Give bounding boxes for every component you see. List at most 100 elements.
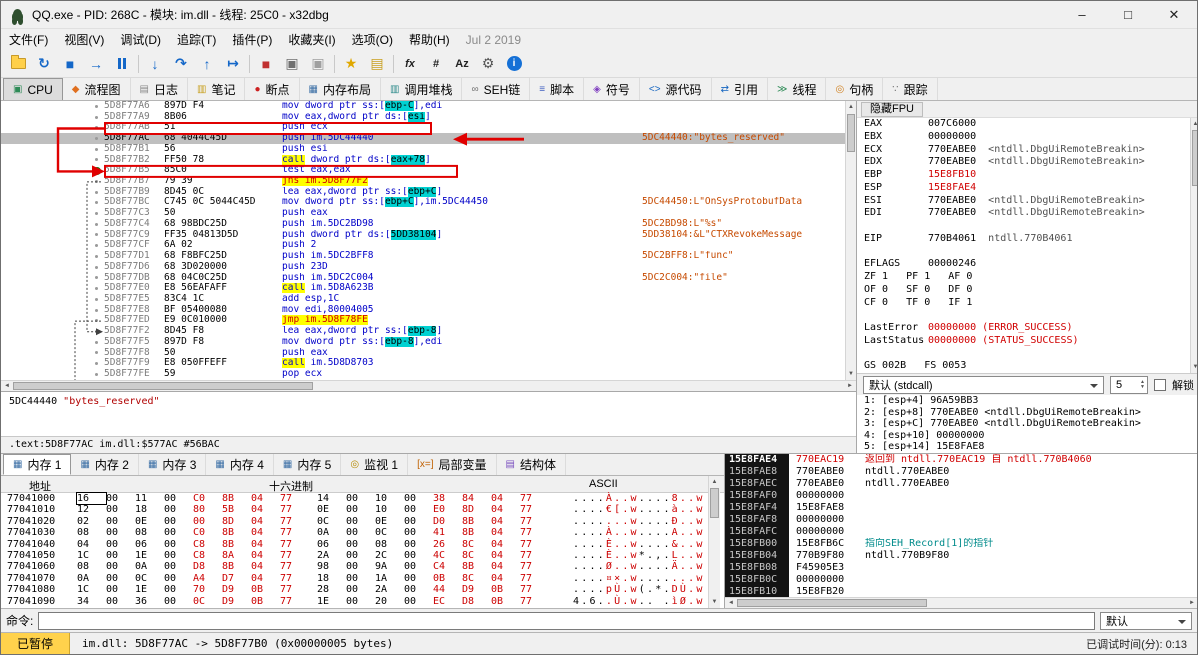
memory-byte[interactable]: 10 xyxy=(375,493,404,504)
memory-byte[interactable]: C0 xyxy=(193,493,222,504)
memory-byte[interactable]: 36 xyxy=(135,596,164,607)
memory-byte[interactable]: 0E xyxy=(135,516,164,527)
memory-byte[interactable]: 8B xyxy=(462,527,491,538)
stack-row[interactable]: 15E8FB00 15E8FB6C 指向SEH_Record[1]的指针 xyxy=(725,538,1197,550)
memory-byte[interactable]: 8B xyxy=(222,561,251,572)
scroll-up-icon[interactable]: ▲ xyxy=(1191,119,1197,129)
memory-byte[interactable]: 00 xyxy=(164,561,193,572)
memory-byte[interactable]: 1E xyxy=(135,550,164,561)
register-row[interactable]: GS 002B FS 0053 xyxy=(857,360,1190,373)
memory-byte[interactable]: 04 xyxy=(251,516,280,527)
scroll-left-icon[interactable]: ◄ xyxy=(726,598,736,608)
memory-byte[interactable]: 00 xyxy=(106,504,135,515)
memory-row[interactable]: 77041080 1C 00 1E 00 70 D9 0B 77 28 00 2A 00 44 D9 0B 77… xyxy=(1,584,724,595)
memory-byte[interactable]: 04 xyxy=(77,539,106,550)
assemble-button[interactable]: fx xyxy=(397,52,423,76)
memory-byte[interactable]: 1E xyxy=(317,596,346,607)
menu-item[interactable]: 插件(P) xyxy=(224,29,280,50)
hide-fpu-button[interactable]: 隐藏FPU xyxy=(861,101,923,117)
memory-byte[interactable]: 1C xyxy=(77,584,106,595)
stack-horizontal-scrollbar[interactable]: ◄ ► xyxy=(725,597,1197,608)
memory-byte[interactable]: 77 xyxy=(280,573,309,584)
memory-byte[interactable]: 70 xyxy=(193,584,222,595)
memory-byte[interactable]: 8B xyxy=(222,493,251,504)
registers-scrollbar[interactable]: ▲ ▼ xyxy=(1190,118,1197,373)
memory-byte[interactable]: 0C xyxy=(375,527,404,538)
memory-byte[interactable]: 00 xyxy=(106,596,135,607)
memory-row[interactable]: 77041090 34 00 36 00 0C D9 0B 77 1E 00 20 00 EC D8 0B 77… xyxy=(1,596,724,607)
memory-byte[interactable]: 1C xyxy=(77,550,106,561)
memory-byte[interactable]: 8B xyxy=(462,516,491,527)
memory-byte[interactable]: 00 xyxy=(404,516,433,527)
tab-watch-1[interactable]: ◎ 监视 1 xyxy=(341,454,409,475)
memory-byte[interactable]: 2C xyxy=(375,550,404,561)
register-row[interactable]: ESI 770EABE0 <ntdll.DbgUiRemoteBreakin> xyxy=(857,195,1190,208)
memory-byte[interactable]: 00 xyxy=(164,584,193,595)
menu-item[interactable]: 调试(D) xyxy=(112,29,169,50)
memory-byte[interactable]: 18 xyxy=(135,504,164,515)
memory-byte[interactable]: 0E xyxy=(375,516,404,527)
memory-byte[interactable]: 80 xyxy=(193,504,222,515)
memory-row[interactable]: 77041050 1C 00 1E 00 C8 8A 04 77 2A 00 2C 00 4C 8C 04 77… xyxy=(1,550,724,561)
memory-byte[interactable]: 77 xyxy=(520,516,549,527)
memory-row[interactable]: 77041070 0A 00 0C 00 A4 D7 04 77 18 00 1A 00 0B 8C 04 77… xyxy=(1,573,724,584)
tab-cpu[interactable]: ▣ CPU xyxy=(3,78,63,100)
memory-byte[interactable]: 77 xyxy=(520,584,549,595)
memory-byte[interactable]: 77 xyxy=(520,527,549,538)
memory-byte[interactable]: 08 xyxy=(77,527,106,538)
stack-row[interactable]: 15E8FB0C 00000000 xyxy=(725,574,1197,586)
memory-byte[interactable]: 00 xyxy=(346,573,375,584)
memory-byte[interactable]: 06 xyxy=(135,539,164,550)
memory-byte[interactable]: D8 xyxy=(462,596,491,607)
scroll-up-icon[interactable]: ▲ xyxy=(709,477,720,487)
memory-byte[interactable]: 98 xyxy=(317,561,346,572)
run-button[interactable]: → xyxy=(83,52,109,76)
step-over-button[interactable]: ↷ xyxy=(168,52,194,76)
memory-byte[interactable]: 00 xyxy=(404,493,433,504)
tab-memory-map[interactable]: ▦ 内存布局 xyxy=(300,78,381,100)
scrollbar-thumb[interactable] xyxy=(737,599,927,607)
memory-byte[interactable]: 34 xyxy=(77,596,106,607)
memory-byte[interactable]: D9 xyxy=(222,596,251,607)
memory-byte[interactable]: 38 xyxy=(433,493,462,504)
memory-byte[interactable]: 41 xyxy=(433,527,462,538)
memory-byte[interactable]: 00 xyxy=(164,493,193,504)
memory-byte[interactable]: 4C xyxy=(433,550,462,561)
tab-memory-5[interactable]: ▦ 内存 5 xyxy=(274,454,342,475)
register-row[interactable]: EDX 770EABE0 <ntdll.DbgUiRemoteBreakin> xyxy=(857,156,1190,169)
argument-row[interactable]: 5: [esp+14] 15E8FAE8 xyxy=(857,441,1197,453)
unlock-checkbox[interactable] xyxy=(1154,378,1166,391)
disassembly-view[interactable]: 5D8F77A6 897D F4 mov dword ptr ss:[ebp-C],… xyxy=(1,101,845,380)
open-file-button[interactable] xyxy=(5,52,31,76)
disasm-row[interactable]: 5D8F77FE 59 pop ecx xyxy=(1,368,845,380)
memory-byte[interactable]: 00 xyxy=(404,504,433,515)
notes-button[interactable]: ▤ xyxy=(364,52,390,76)
memory-byte[interactable]: 08 xyxy=(77,561,106,572)
scroll-down-icon[interactable]: ▼ xyxy=(846,369,856,379)
trace-over-button[interactable]: ▣ xyxy=(305,52,331,76)
memory-byte[interactable]: 00 xyxy=(404,561,433,572)
memory-byte[interactable]: 12 xyxy=(77,504,106,515)
register-row[interactable]: EBX 00000000 xyxy=(857,131,1190,144)
register-row[interactable]: LastStatus 00000000 (STATUS_SUCCESS) xyxy=(857,335,1190,348)
argument-row[interactable]: 3: [esp+C] 770EABE0 <ntdll.DbgUiRemoteBr… xyxy=(857,418,1197,430)
tab-notes[interactable]: ▥ 笔记 xyxy=(188,78,246,100)
memory-byte[interactable]: 00 xyxy=(164,596,193,607)
memory-byte[interactable]: 1A xyxy=(375,573,404,584)
tab-memory-3[interactable]: ▦ 内存 3 xyxy=(139,454,207,475)
maximize-button[interactable]: □ xyxy=(1105,1,1151,28)
scrollbar-thumb[interactable] xyxy=(847,114,855,152)
memory-byte[interactable]: 14 xyxy=(317,493,346,504)
tab-graph[interactable]: ◆ 流程图 xyxy=(63,78,131,100)
help-button[interactable]: i xyxy=(501,52,527,76)
memory-byte[interactable]: 77 xyxy=(520,550,549,561)
memory-row[interactable]: 77041000 16 00 11 00 C0 8B 04 77 14 00 10 00 38 84 04 77… xyxy=(1,491,724,506)
tab-source[interactable]: <> 源代码 xyxy=(640,78,712,100)
memory-byte[interactable]: 08 xyxy=(375,539,404,550)
run-to-cursor-button[interactable]: ↦ xyxy=(220,52,246,76)
tab-struct[interactable]: ▤ 结构体 xyxy=(497,454,566,475)
calling-convention-select[interactable]: 默认 (stdcall) xyxy=(863,375,1104,394)
stack-row[interactable]: 15E8FB08 F45905E3 xyxy=(725,562,1197,574)
register-row[interactable]: ZF 1 PF 1 AF 0 xyxy=(857,271,1190,284)
memory-byte[interactable]: 26 xyxy=(433,539,462,550)
